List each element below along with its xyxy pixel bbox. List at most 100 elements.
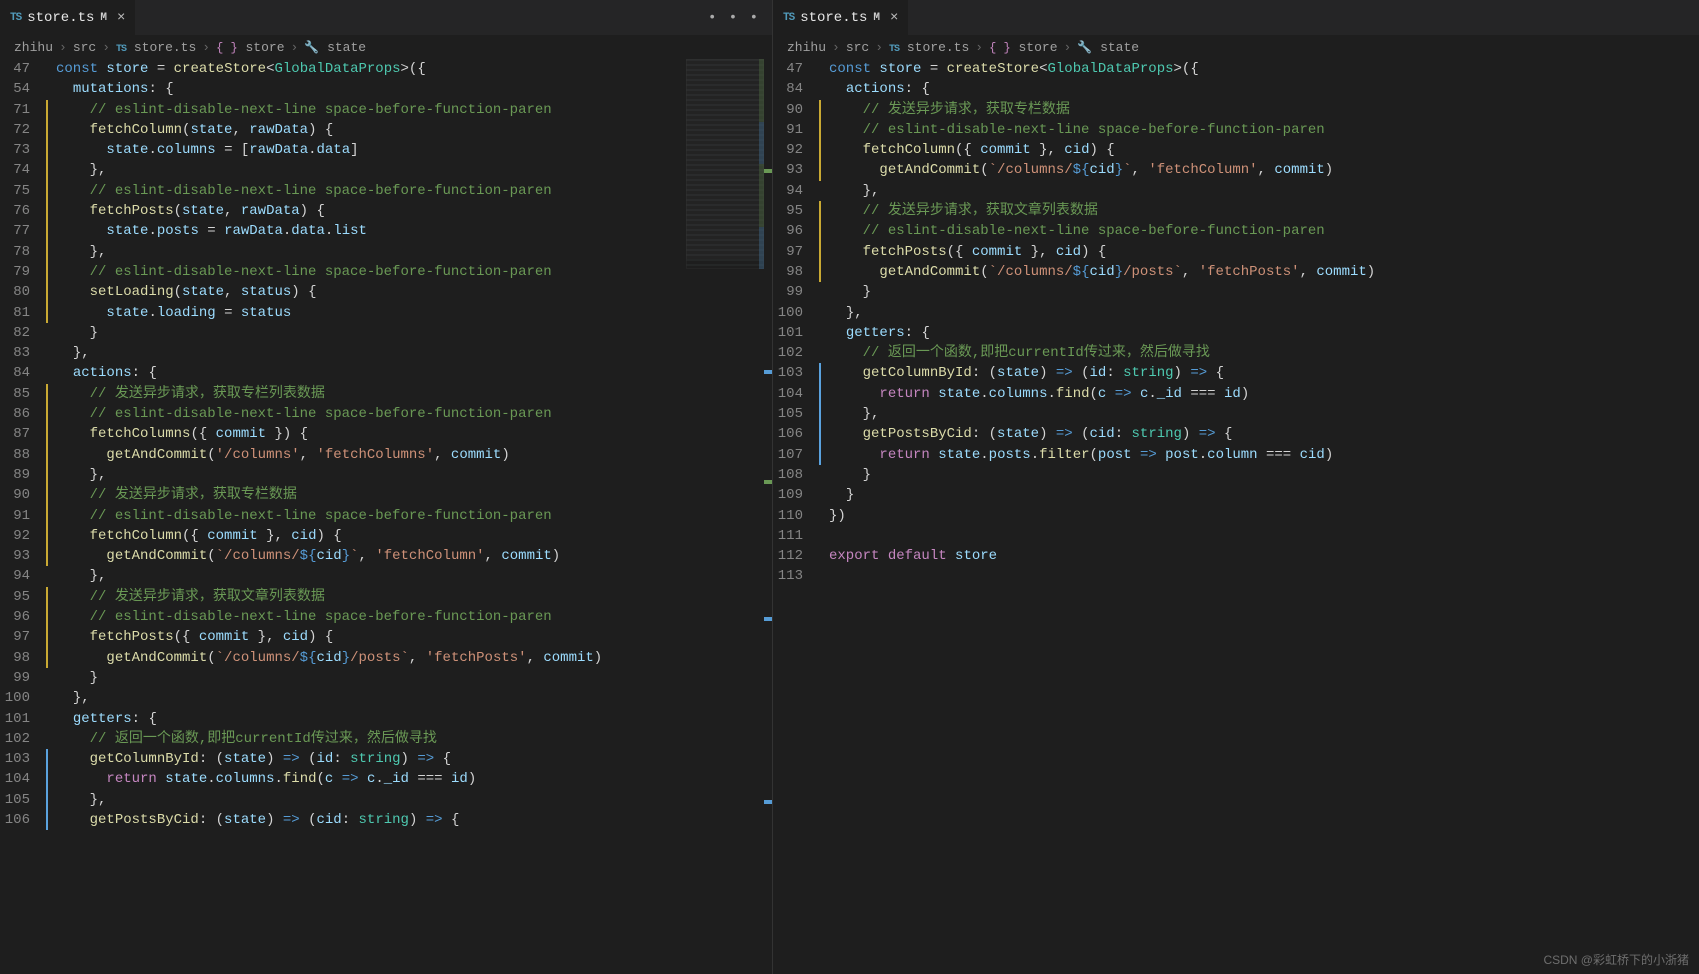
code-line[interactable]: 93 getAndCommit(`/columns/${cid}`, 'fetc… [773,160,1699,180]
code-line[interactable]: 89 }, [0,465,772,485]
code-content[interactable]: }, [819,181,879,201]
code-content[interactable]: } [46,668,98,688]
code-line[interactable]: 91 // eslint-disable-next-line space-bef… [773,120,1699,140]
code-line[interactable]: 98 getAndCommit(`/columns/${cid}/posts`,… [0,648,772,668]
breadcrumb-item[interactable]: { } store [989,40,1057,55]
line-number[interactable]: 95 [773,201,819,221]
code-line[interactable]: 78 }, [0,242,772,262]
line-number[interactable]: 105 [773,404,819,424]
code-content[interactable]: fetchColumn(state, rawData) { [46,120,333,140]
code-line[interactable]: 81 state.loading = status [0,303,772,323]
code-line[interactable]: 96 // eslint-disable-next-line space-bef… [0,607,772,627]
code-line[interactable]: 106 getPostsByCid: (state) => (cid: stri… [773,424,1699,444]
breadcrumb-item[interactable]: src [846,40,869,55]
code-content[interactable]: actions: { [46,363,157,383]
line-number[interactable]: 47 [0,59,46,79]
tab-store-ts[interactable]: TS store.ts M × [0,0,136,35]
code-content[interactable]: // 发送异步请求，获取专栏列表数据 [46,384,325,404]
line-number[interactable]: 101 [773,323,819,343]
code-line[interactable]: 105 }, [773,404,1699,424]
code-line[interactable]: 54 mutations: { [0,79,772,99]
code-line[interactable]: 83 }, [0,343,772,363]
code-content[interactable]: // eslint-disable-next-line space-before… [46,506,552,526]
code-line[interactable]: 75 // eslint-disable-next-line space-bef… [0,181,772,201]
code-line[interactable]: 92 fetchColumn({ commit }, cid) { [773,140,1699,160]
code-line[interactable]: 91 // eslint-disable-next-line space-bef… [0,506,772,526]
line-number[interactable]: 97 [773,242,819,262]
breadcrumb-item[interactable]: { } store [216,40,284,55]
code-content[interactable]: actions: { [819,79,930,99]
code-line[interactable]: 100 }, [0,688,772,708]
code-content[interactable]: const store = createStore<GlobalDataProp… [819,59,1199,79]
code-content[interactable]: }, [46,160,106,180]
code-content[interactable]: fetchColumn({ commit }, cid) { [819,140,1115,160]
line-number[interactable]: 104 [0,769,46,789]
code-line[interactable]: 87 fetchColumns({ commit }) { [0,424,772,444]
breadcrumb-item[interactable]: src [73,40,96,55]
code-content[interactable]: }, [819,404,879,424]
code-content[interactable]: // eslint-disable-next-line space-before… [46,262,552,282]
code-content[interactable]: state.posts = rawData.data.list [46,221,367,241]
code-content[interactable] [819,566,829,586]
code-content[interactable]: state.columns = [rawData.data] [46,140,359,160]
code-line[interactable]: 100 }, [773,303,1699,323]
code-line[interactable]: 88 getAndCommit('/columns', 'fetchColumn… [0,445,772,465]
code-line[interactable]: 84 actions: { [773,79,1699,99]
code-content[interactable]: getAndCommit(`/columns/${cid}/posts`, 'f… [819,262,1375,282]
line-number[interactable]: 107 [773,445,819,465]
line-number[interactable]: 75 [0,181,46,201]
code-content[interactable]: }, [46,688,90,708]
code-content[interactable]: }, [46,566,106,586]
code-line[interactable]: 111 [773,526,1699,546]
line-number[interactable]: 74 [0,160,46,180]
line-number[interactable]: 109 [773,485,819,505]
breadcrumb-item[interactable]: 🔧 state [304,40,366,55]
line-number[interactable]: 100 [0,688,46,708]
code-line[interactable]: 99 } [773,282,1699,302]
line-number[interactable]: 92 [0,526,46,546]
line-number[interactable]: 96 [773,221,819,241]
breadcrumb[interactable]: zhihu›src›TS store.ts›{ } store›🔧 state [773,35,1699,59]
code-line[interactable]: 86 // eslint-disable-next-line space-bef… [0,404,772,424]
breadcrumb-item[interactable]: 🔧 state [1077,40,1139,55]
overview-ruler[interactable] [764,59,772,974]
line-number[interactable]: 82 [0,323,46,343]
code-line[interactable]: 97 fetchPosts({ commit }, cid) { [773,242,1699,262]
code-line[interactable]: 108 } [773,465,1699,485]
code-content[interactable]: } [819,485,854,505]
code-content[interactable]: getAndCommit(`/columns/${cid}/posts`, 'f… [46,648,602,668]
code-content[interactable]: // eslint-disable-next-line space-before… [46,607,552,627]
editor-more-actions[interactable]: • • • [708,10,772,26]
line-number[interactable]: 99 [0,668,46,688]
code-line[interactable]: 96 // eslint-disable-next-line space-bef… [773,221,1699,241]
code-line[interactable]: 103 getColumnById: (state) => (id: strin… [0,749,772,769]
line-number[interactable]: 85 [0,384,46,404]
code-content[interactable]: }, [46,242,106,262]
code-line[interactable]: 47const store = createStore<GlobalDataPr… [0,59,772,79]
code-line[interactable]: 90 // 发送异步请求，获取专栏数据 [773,100,1699,120]
code-line[interactable]: 74 }, [0,160,772,180]
code-content[interactable]: // eslint-disable-next-line space-before… [46,404,552,424]
line-number[interactable]: 108 [773,465,819,485]
code-content[interactable]: state.loading = status [46,303,291,323]
code-content[interactable]: } [819,465,871,485]
breadcrumb-item[interactable]: TS store.ts [889,40,969,55]
code-content[interactable]: } [819,282,871,302]
code-content[interactable]: const store = createStore<GlobalDataProp… [46,59,426,79]
line-number[interactable]: 98 [0,648,46,668]
code-content[interactable]: getters: { [46,709,157,729]
code-content[interactable]: getColumnById: (state) => (id: string) =… [819,363,1224,383]
line-number[interactable]: 87 [0,424,46,444]
code-line[interactable]: 77 state.posts = rawData.data.list [0,221,772,241]
code-content[interactable]: // 发送异步请求，获取专栏数据 [46,485,297,505]
code-content[interactable]: }, [46,465,106,485]
line-number[interactable]: 83 [0,343,46,363]
line-number[interactable]: 100 [773,303,819,323]
code-content[interactable]: getAndCommit('/columns', 'fetchColumns',… [46,445,510,465]
code-content[interactable]: // 返回一个函数,即把currentId传过来，然后做寻找 [819,343,1210,363]
code-line[interactable]: 104 return state.columns.find(c => c._id… [773,384,1699,404]
line-number[interactable]: 110 [773,506,819,526]
line-number[interactable]: 97 [0,627,46,647]
line-number[interactable]: 88 [0,445,46,465]
line-number[interactable]: 106 [0,810,46,830]
